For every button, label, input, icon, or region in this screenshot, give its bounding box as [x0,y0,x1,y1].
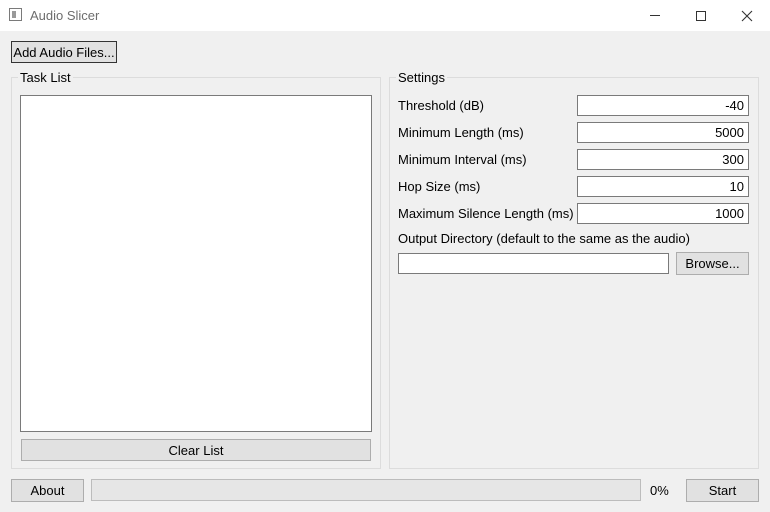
maximize-icon [696,10,706,21]
minimize-button[interactable] [632,0,678,31]
task-list-title: Task List [18,70,73,85]
threshold-label: Threshold (dB) [398,98,484,113]
hop-size-input[interactable] [577,176,749,197]
hop-size-label: Hop Size (ms) [398,179,481,194]
min-length-input[interactable] [577,122,749,143]
clear-list-button[interactable]: Clear List [21,439,371,461]
about-button[interactable]: About [11,479,84,502]
add-audio-files-button[interactable]: Add Audio Files... [11,41,117,63]
output-directory-input[interactable] [398,253,669,274]
min-interval-label: Minimum Interval (ms) [398,152,527,167]
progress-bar [91,479,641,501]
browse-button[interactable]: Browse... [676,252,749,275]
min-interval-input[interactable] [577,149,749,170]
close-button[interactable] [724,0,770,31]
minimize-icon [650,15,660,16]
task-list-box[interactable] [20,95,372,432]
settings-title: Settings [396,70,447,85]
window-title: Audio Slicer [30,8,100,23]
app-icon [9,8,22,21]
output-directory-label: Output Directory (default to the same as… [398,231,690,246]
start-button[interactable]: Start [686,479,759,502]
min-length-label: Minimum Length (ms) [398,125,524,140]
max-silence-label: Maximum Silence Length (ms) [398,206,574,221]
close-icon [741,10,753,21]
maximize-button[interactable] [678,0,724,31]
title-bar: Audio Slicer [0,0,770,31]
max-silence-input[interactable] [577,203,749,224]
progress-percent: 0% [650,483,669,498]
threshold-input[interactable] [577,95,749,116]
